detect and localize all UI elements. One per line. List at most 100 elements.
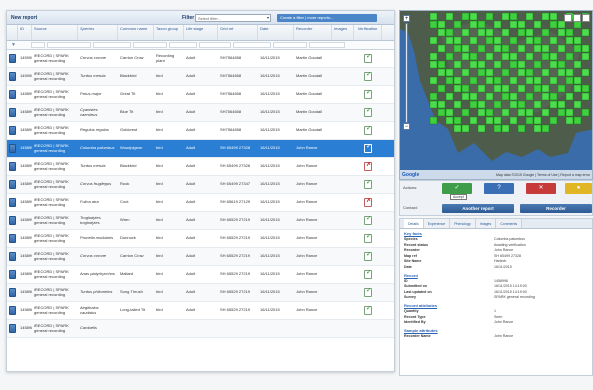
record-grid-square[interactable] <box>525 68 534 77</box>
recorder-button[interactable]: Recorder <box>520 204 592 213</box>
verified-icon[interactable] <box>364 90 372 99</box>
table-row[interactable]: 1458996iRECORD | SPARK general recording… <box>7 140 394 158</box>
record-grid-square[interactable] <box>477 60 486 69</box>
column-header[interactable]: Taxon group <box>154 25 184 40</box>
record-grid-square[interactable] <box>557 68 566 77</box>
record-grid-square[interactable] <box>525 28 534 37</box>
record-grid-square[interactable] <box>501 92 510 101</box>
record-grid-square[interactable] <box>437 108 446 117</box>
record-grid-square[interactable] <box>501 52 510 61</box>
column-header[interactable]: Species <box>78 25 118 40</box>
table-row[interactable]: 1458999iRECORD | SPARK general recording… <box>7 86 394 104</box>
details-section-title[interactable]: Record <box>400 271 592 279</box>
record-grid-square[interactable] <box>445 52 454 61</box>
record-grid-square[interactable] <box>469 20 478 29</box>
record-grid-square[interactable] <box>437 28 446 37</box>
record-grid-square[interactable] <box>461 84 470 93</box>
tab-comments[interactable]: Comments <box>496 219 523 228</box>
record-grid-square[interactable] <box>557 108 566 117</box>
record-grid-square[interactable] <box>453 76 462 85</box>
record-grid-square[interactable] <box>429 76 438 85</box>
record-grid-square[interactable] <box>469 92 478 101</box>
record-icon[interactable] <box>9 162 16 171</box>
column-header[interactable]: Source <box>32 25 78 40</box>
flag-button[interactable]: ● <box>565 183 592 194</box>
record-grid-square[interactable] <box>437 68 446 77</box>
record-grid-square[interactable] <box>493 124 502 133</box>
record-grid-square[interactable] <box>461 44 470 53</box>
record-icon[interactable] <box>9 234 16 243</box>
table-row[interactable]: 1458997iRECORD | SPARK general recording… <box>7 122 394 140</box>
filter-input-taxon[interactable] <box>169 42 197 48</box>
rejected-icon[interactable] <box>364 198 372 207</box>
record-grid-square[interactable] <box>477 20 486 29</box>
record-grid-square[interactable] <box>549 116 558 125</box>
record-grid-square[interactable] <box>501 68 510 77</box>
record-grid-square[interactable] <box>525 12 534 21</box>
record-icon[interactable] <box>9 288 16 297</box>
record-grid-square[interactable] <box>453 100 462 109</box>
record-grid-square[interactable] <box>477 84 486 93</box>
column-header[interactable]: Verification <box>354 25 382 40</box>
record-grid-square[interactable] <box>429 92 438 101</box>
record-grid-square[interactable] <box>485 36 494 45</box>
record-grid-square[interactable] <box>493 100 502 109</box>
record-grid-square[interactable] <box>533 44 542 53</box>
record-grid-square[interactable] <box>525 36 534 45</box>
record-grid-square[interactable] <box>533 84 542 93</box>
record-grid-square[interactable] <box>485 108 494 117</box>
record-grid-square[interactable] <box>581 84 590 93</box>
record-grid-square[interactable] <box>493 44 502 53</box>
details-section-title[interactable]: Key facts <box>400 229 592 237</box>
record-grid-square[interactable] <box>509 116 518 125</box>
query-button[interactable]: ? <box>484 183 514 194</box>
record-grid-square[interactable] <box>461 68 470 77</box>
record-grid-square[interactable] <box>565 28 574 37</box>
record-grid-square[interactable] <box>565 68 574 77</box>
record-grid-square[interactable] <box>437 100 446 109</box>
details-section-title[interactable]: Record attributes <box>400 301 592 309</box>
record-grid-square[interactable] <box>453 36 462 45</box>
record-grid-square[interactable] <box>509 12 518 21</box>
record-grid-square[interactable] <box>517 60 526 69</box>
verified-icon[interactable] <box>364 252 372 261</box>
create-filter-link[interactable]: Create a filter | more reports... <box>277 14 377 22</box>
verified-icon[interactable] <box>364 306 372 315</box>
record-grid-square[interactable] <box>533 76 542 85</box>
record-grid-square[interactable] <box>565 92 574 101</box>
record-grid-square[interactable] <box>485 116 494 125</box>
record-grid-square[interactable] <box>517 68 526 77</box>
record-grid-square[interactable] <box>549 12 558 21</box>
column-header[interactable]: Life stage <box>184 25 218 40</box>
record-grid-square[interactable] <box>557 44 566 53</box>
record-grid-square[interactable] <box>461 92 470 101</box>
record-grid-square[interactable] <box>541 12 550 21</box>
record-grid-square[interactable] <box>557 60 566 69</box>
record-grid-square[interactable] <box>461 108 470 117</box>
record-grid-square[interactable] <box>525 76 534 85</box>
tab-images[interactable]: Images <box>475 219 497 228</box>
record-grid-square[interactable] <box>573 36 582 45</box>
record-grid-square[interactable] <box>493 36 502 45</box>
record-grid-square[interactable] <box>453 60 462 69</box>
record-icon[interactable] <box>9 126 16 135</box>
record-grid-square[interactable] <box>573 20 582 29</box>
record-grid-square[interactable] <box>581 52 590 61</box>
record-grid-square[interactable] <box>429 12 438 21</box>
record-grid-square[interactable] <box>517 84 526 93</box>
pan-tool-icon[interactable] <box>564 14 572 22</box>
table-row[interactable]: 1459000iRECORD | SPARK general recording… <box>7 68 394 86</box>
record-grid-square[interactable] <box>517 100 526 109</box>
column-header[interactable]: Date <box>258 25 294 40</box>
rejected-icon[interactable] <box>364 162 372 171</box>
record-grid-square[interactable] <box>557 100 566 109</box>
record-grid-square[interactable] <box>469 116 478 125</box>
table-row[interactable]: 1458989iRECORD | SPARK general recording… <box>7 266 394 284</box>
record-icon[interactable] <box>9 54 16 63</box>
column-header[interactable]: Images <box>332 25 354 40</box>
verified-icon[interactable] <box>364 54 372 63</box>
record-grid-square[interactable] <box>445 108 454 117</box>
record-grid-square[interactable] <box>469 76 478 85</box>
record-grid-square[interactable] <box>573 116 582 125</box>
record-grid-square[interactable] <box>445 116 454 125</box>
